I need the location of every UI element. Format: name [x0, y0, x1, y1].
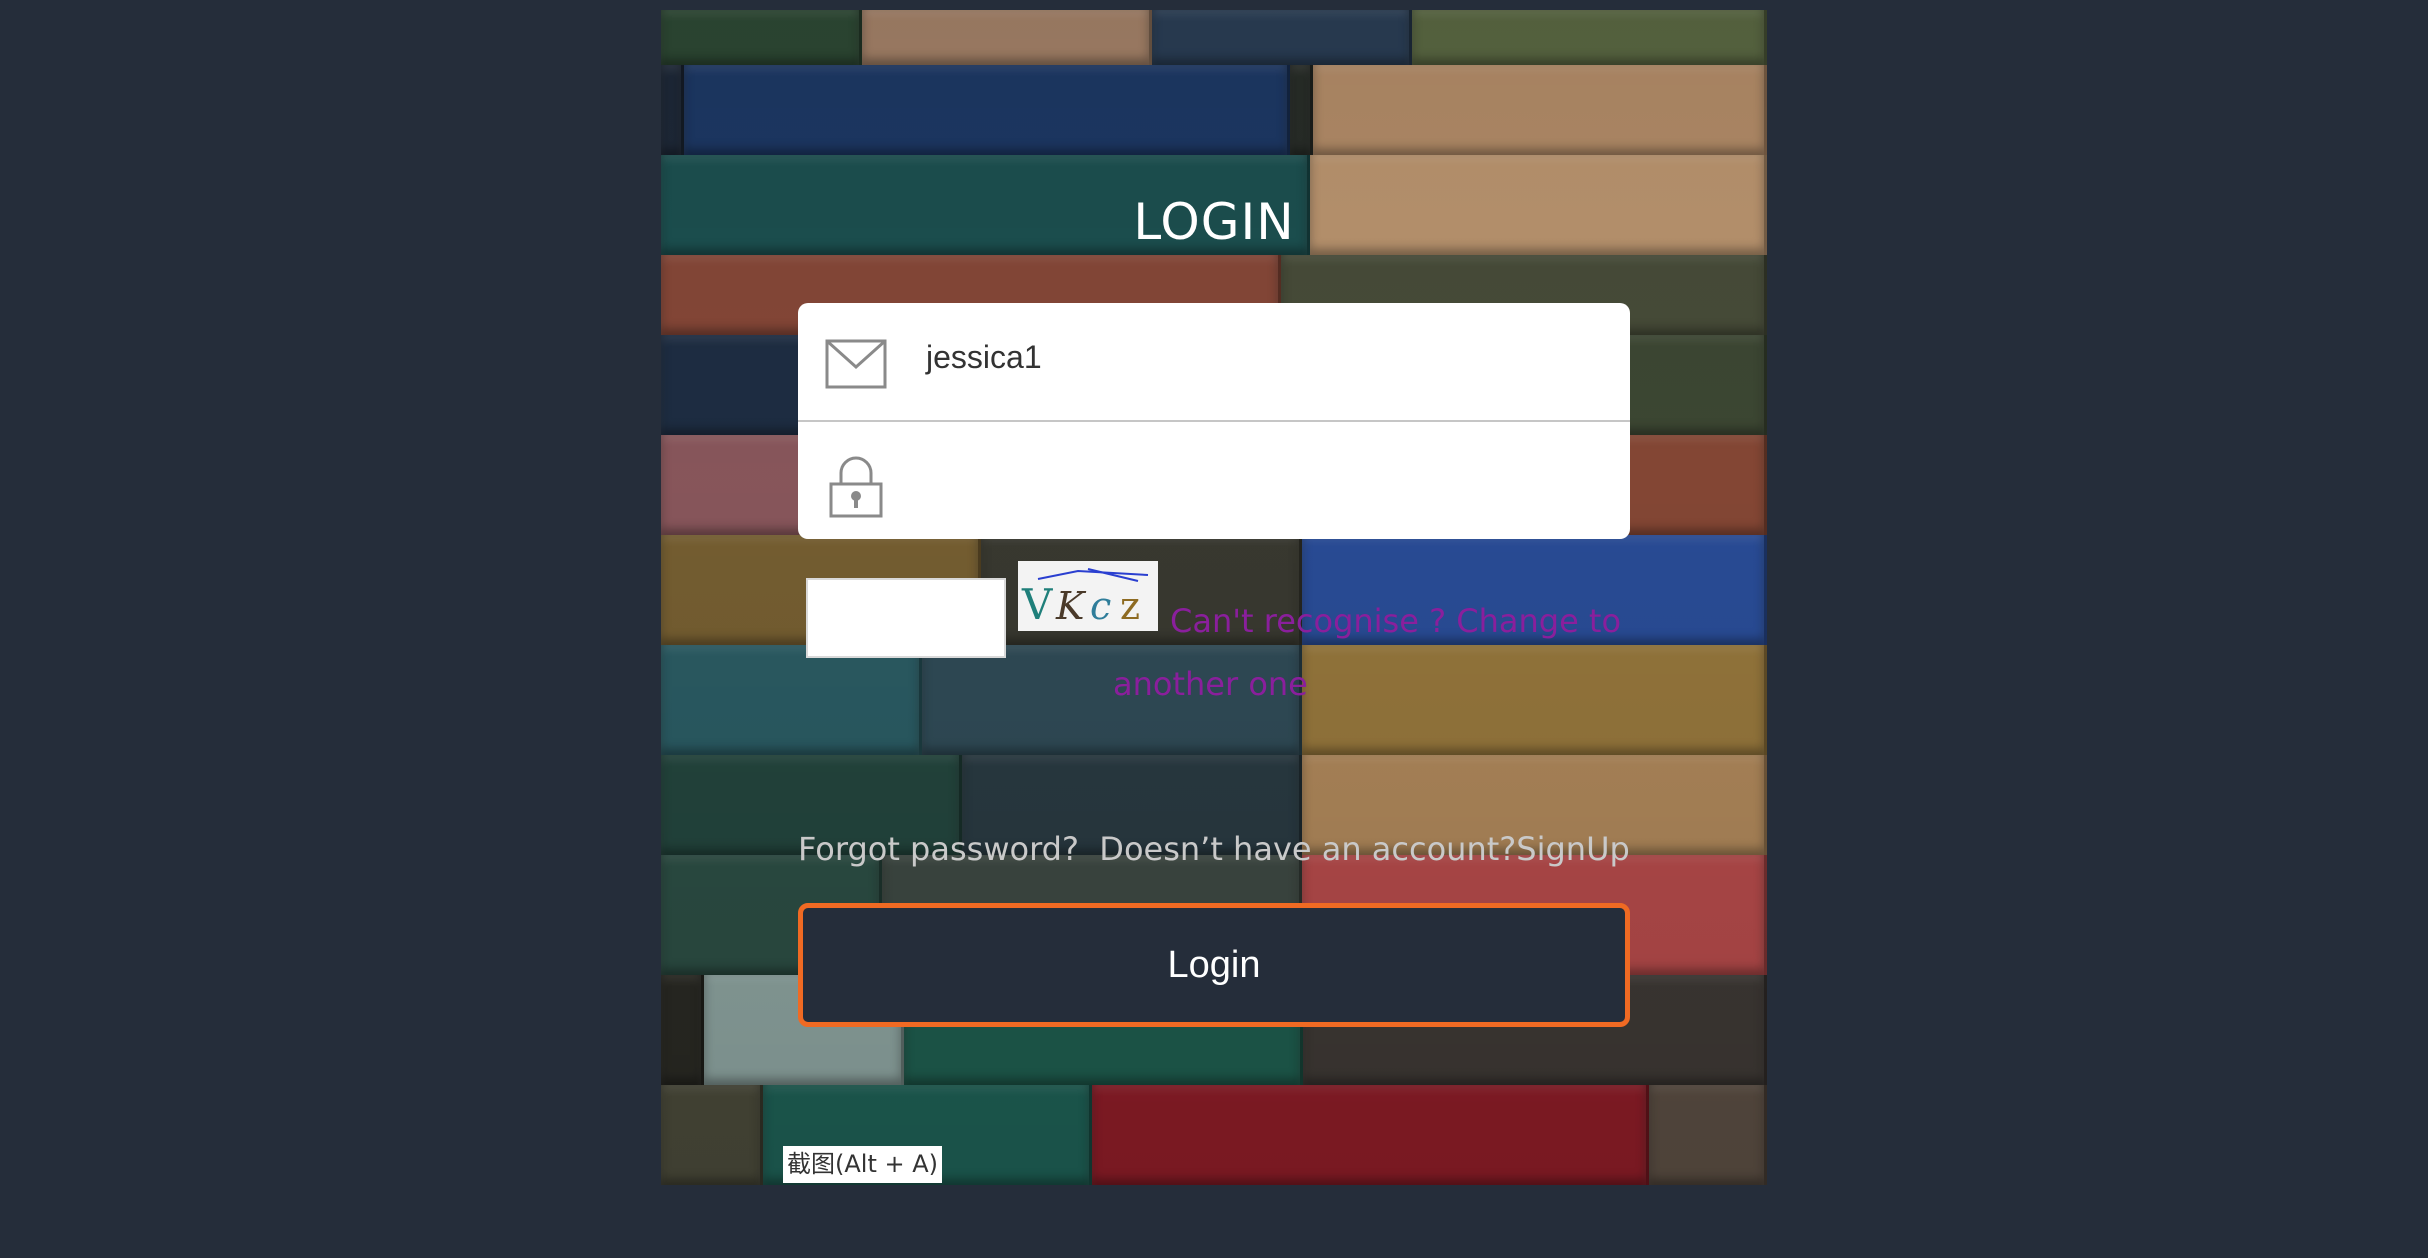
svg-text:K: K: [1055, 584, 1087, 628]
login-panel: LOGIN jessica1 V K c z Can't recognise ?…: [661, 10, 1767, 1185]
login-button[interactable]: Login: [798, 903, 1630, 1027]
screenshot-tooltip: 截图(Alt + A): [783, 1146, 943, 1183]
captcha-input[interactable]: [806, 578, 1006, 658]
svg-text:c: c: [1090, 584, 1111, 628]
password-field[interactable]: [798, 422, 1630, 539]
helper-links: Forgot password? Doesn’t have an account…: [798, 830, 1630, 868]
change-captcha-link[interactable]: Can't recognise ? Change to another one: [1113, 590, 1633, 716]
no-account-text: Doesn’t have an account?: [1099, 830, 1517, 868]
login-title: LOGIN: [1133, 193, 1295, 251]
envelope-icon: [825, 337, 887, 391]
username-field[interactable]: jessica1: [798, 303, 1630, 422]
username-value: jessica1: [926, 339, 1042, 375]
svg-text:V: V: [1021, 580, 1053, 629]
forgot-password-link[interactable]: Forgot password?: [798, 830, 1079, 868]
padlock-icon: [825, 456, 887, 518]
credentials-box: jessica1: [798, 303, 1630, 539]
signup-link[interactable]: SignUp: [1516, 830, 1630, 868]
